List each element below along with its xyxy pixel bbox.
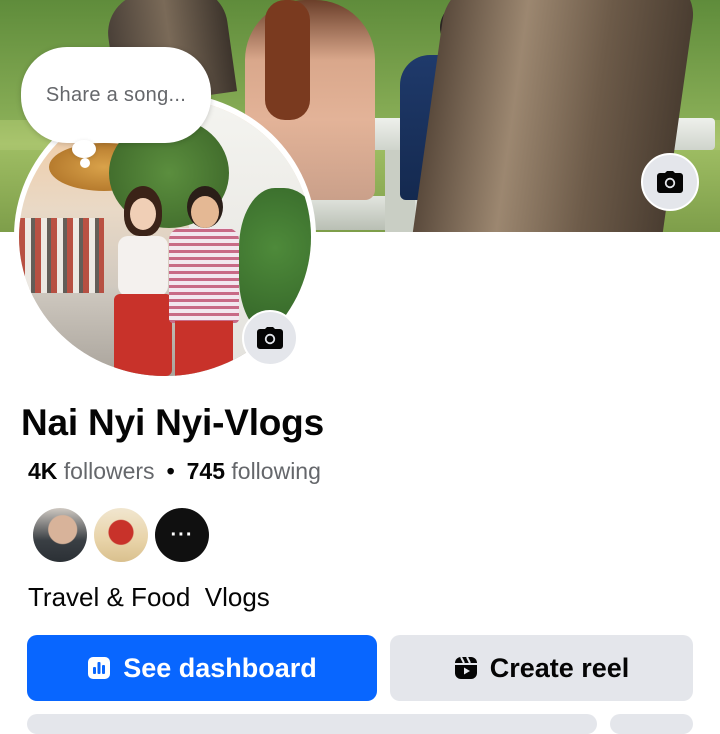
profile-name: Nai Nyi Nyi-Vlogs [21, 402, 324, 443]
camera-icon [257, 327, 283, 349]
photo-person-woman [114, 186, 172, 376]
more-friends-button[interactable]: ··· [155, 508, 209, 562]
edit-cover-photo-button[interactable] [641, 153, 699, 211]
note-placeholder: Share a song... [45, 83, 187, 106]
create-reel-label: Create reel [489, 652, 630, 683]
photo-person-man [169, 186, 239, 376]
mutual-friends-row: ··· [33, 508, 209, 562]
stats-separator: • [166, 458, 175, 484]
edit-profile-picture-button[interactable] [242, 310, 298, 366]
friend-avatar[interactable] [94, 508, 148, 562]
more-dots-icon: ··· [170, 523, 194, 546]
more-options-button[interactable] [610, 714, 693, 734]
note-bubble[interactable]: Share a song... [21, 47, 211, 143]
following-link[interactable]: 745 following [187, 458, 321, 484]
secondary-action-button[interactable] [27, 714, 597, 734]
see-dashboard-button[interactable]: See dashboard [27, 635, 377, 701]
followers-link[interactable]: 4K followers [28, 458, 155, 484]
friend-avatar[interactable] [33, 508, 87, 562]
camera-icon [657, 171, 683, 193]
bar-chart-icon [87, 656, 111, 680]
see-dashboard-label: See dashboard [123, 652, 317, 683]
photo-crowd [19, 218, 104, 293]
note-bubble-tail [72, 140, 96, 158]
following-label: following [231, 458, 321, 484]
create-reel-button[interactable]: Create reel [390, 635, 693, 701]
followers-label: followers [63, 458, 155, 484]
profile-bio: Travel & Food Vlogs [28, 582, 270, 612]
note-bubble-tail [80, 158, 90, 168]
reel-icon [454, 656, 478, 680]
profile-stats: 4K followers • 745 following [28, 458, 321, 485]
following-count: 745 [186, 458, 225, 484]
followers-count: 4K [28, 458, 58, 484]
